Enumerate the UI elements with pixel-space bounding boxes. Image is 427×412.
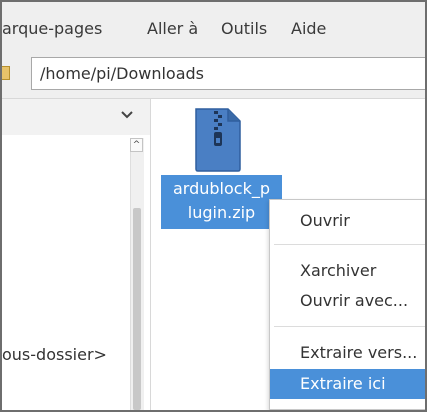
menu-help[interactable]: Aide: [291, 19, 326, 38]
menu-item-open-with[interactable]: Ouvrir avec...: [270, 286, 425, 316]
file-name-line-2: lugin.zip: [187, 203, 256, 222]
menu-go[interactable]: Aller à: [147, 19, 198, 38]
scroll-up-button[interactable]: ^: [130, 138, 143, 152]
menu-separator: [274, 244, 425, 245]
folder-icon: [2, 66, 10, 80]
menu-separator: [274, 326, 425, 327]
chevron-down-icon[interactable]: [120, 110, 134, 120]
file-manager-window: arque-pages Aller à Outils Aide /home/pi…: [0, 0, 427, 412]
file-name-line-1: ardublock_p: [172, 179, 270, 198]
menu-item-xarchiver[interactable]: Xarchiver: [270, 256, 425, 286]
scrollbar-thumb[interactable]: [133, 208, 141, 410]
sidebar-item-subfolder[interactable]: ous-dossier>: [2, 345, 107, 364]
pane-divider[interactable]: [150, 99, 151, 410]
path-input[interactable]: /home/pi/Downloads: [31, 57, 425, 90]
context-menu: Ouvrir Xarchiver Ouvrir avec... Extraire…: [269, 199, 425, 410]
zip-archive-icon[interactable]: [192, 107, 244, 173]
menu-tools[interactable]: Outils: [221, 19, 267, 38]
menu-item-open[interactable]: Ouvrir: [270, 206, 425, 236]
menu-bookmarks[interactable]: arque-pages: [2, 19, 102, 38]
menu-bar: arque-pages Aller à Outils Aide: [2, 2, 425, 52]
menu-item-extract-here[interactable]: Extraire ici: [270, 369, 425, 399]
file-name-label[interactable]: ardublock_p lugin.zip: [161, 175, 282, 229]
menu-item-extract-to[interactable]: Extraire vers...: [270, 338, 425, 368]
